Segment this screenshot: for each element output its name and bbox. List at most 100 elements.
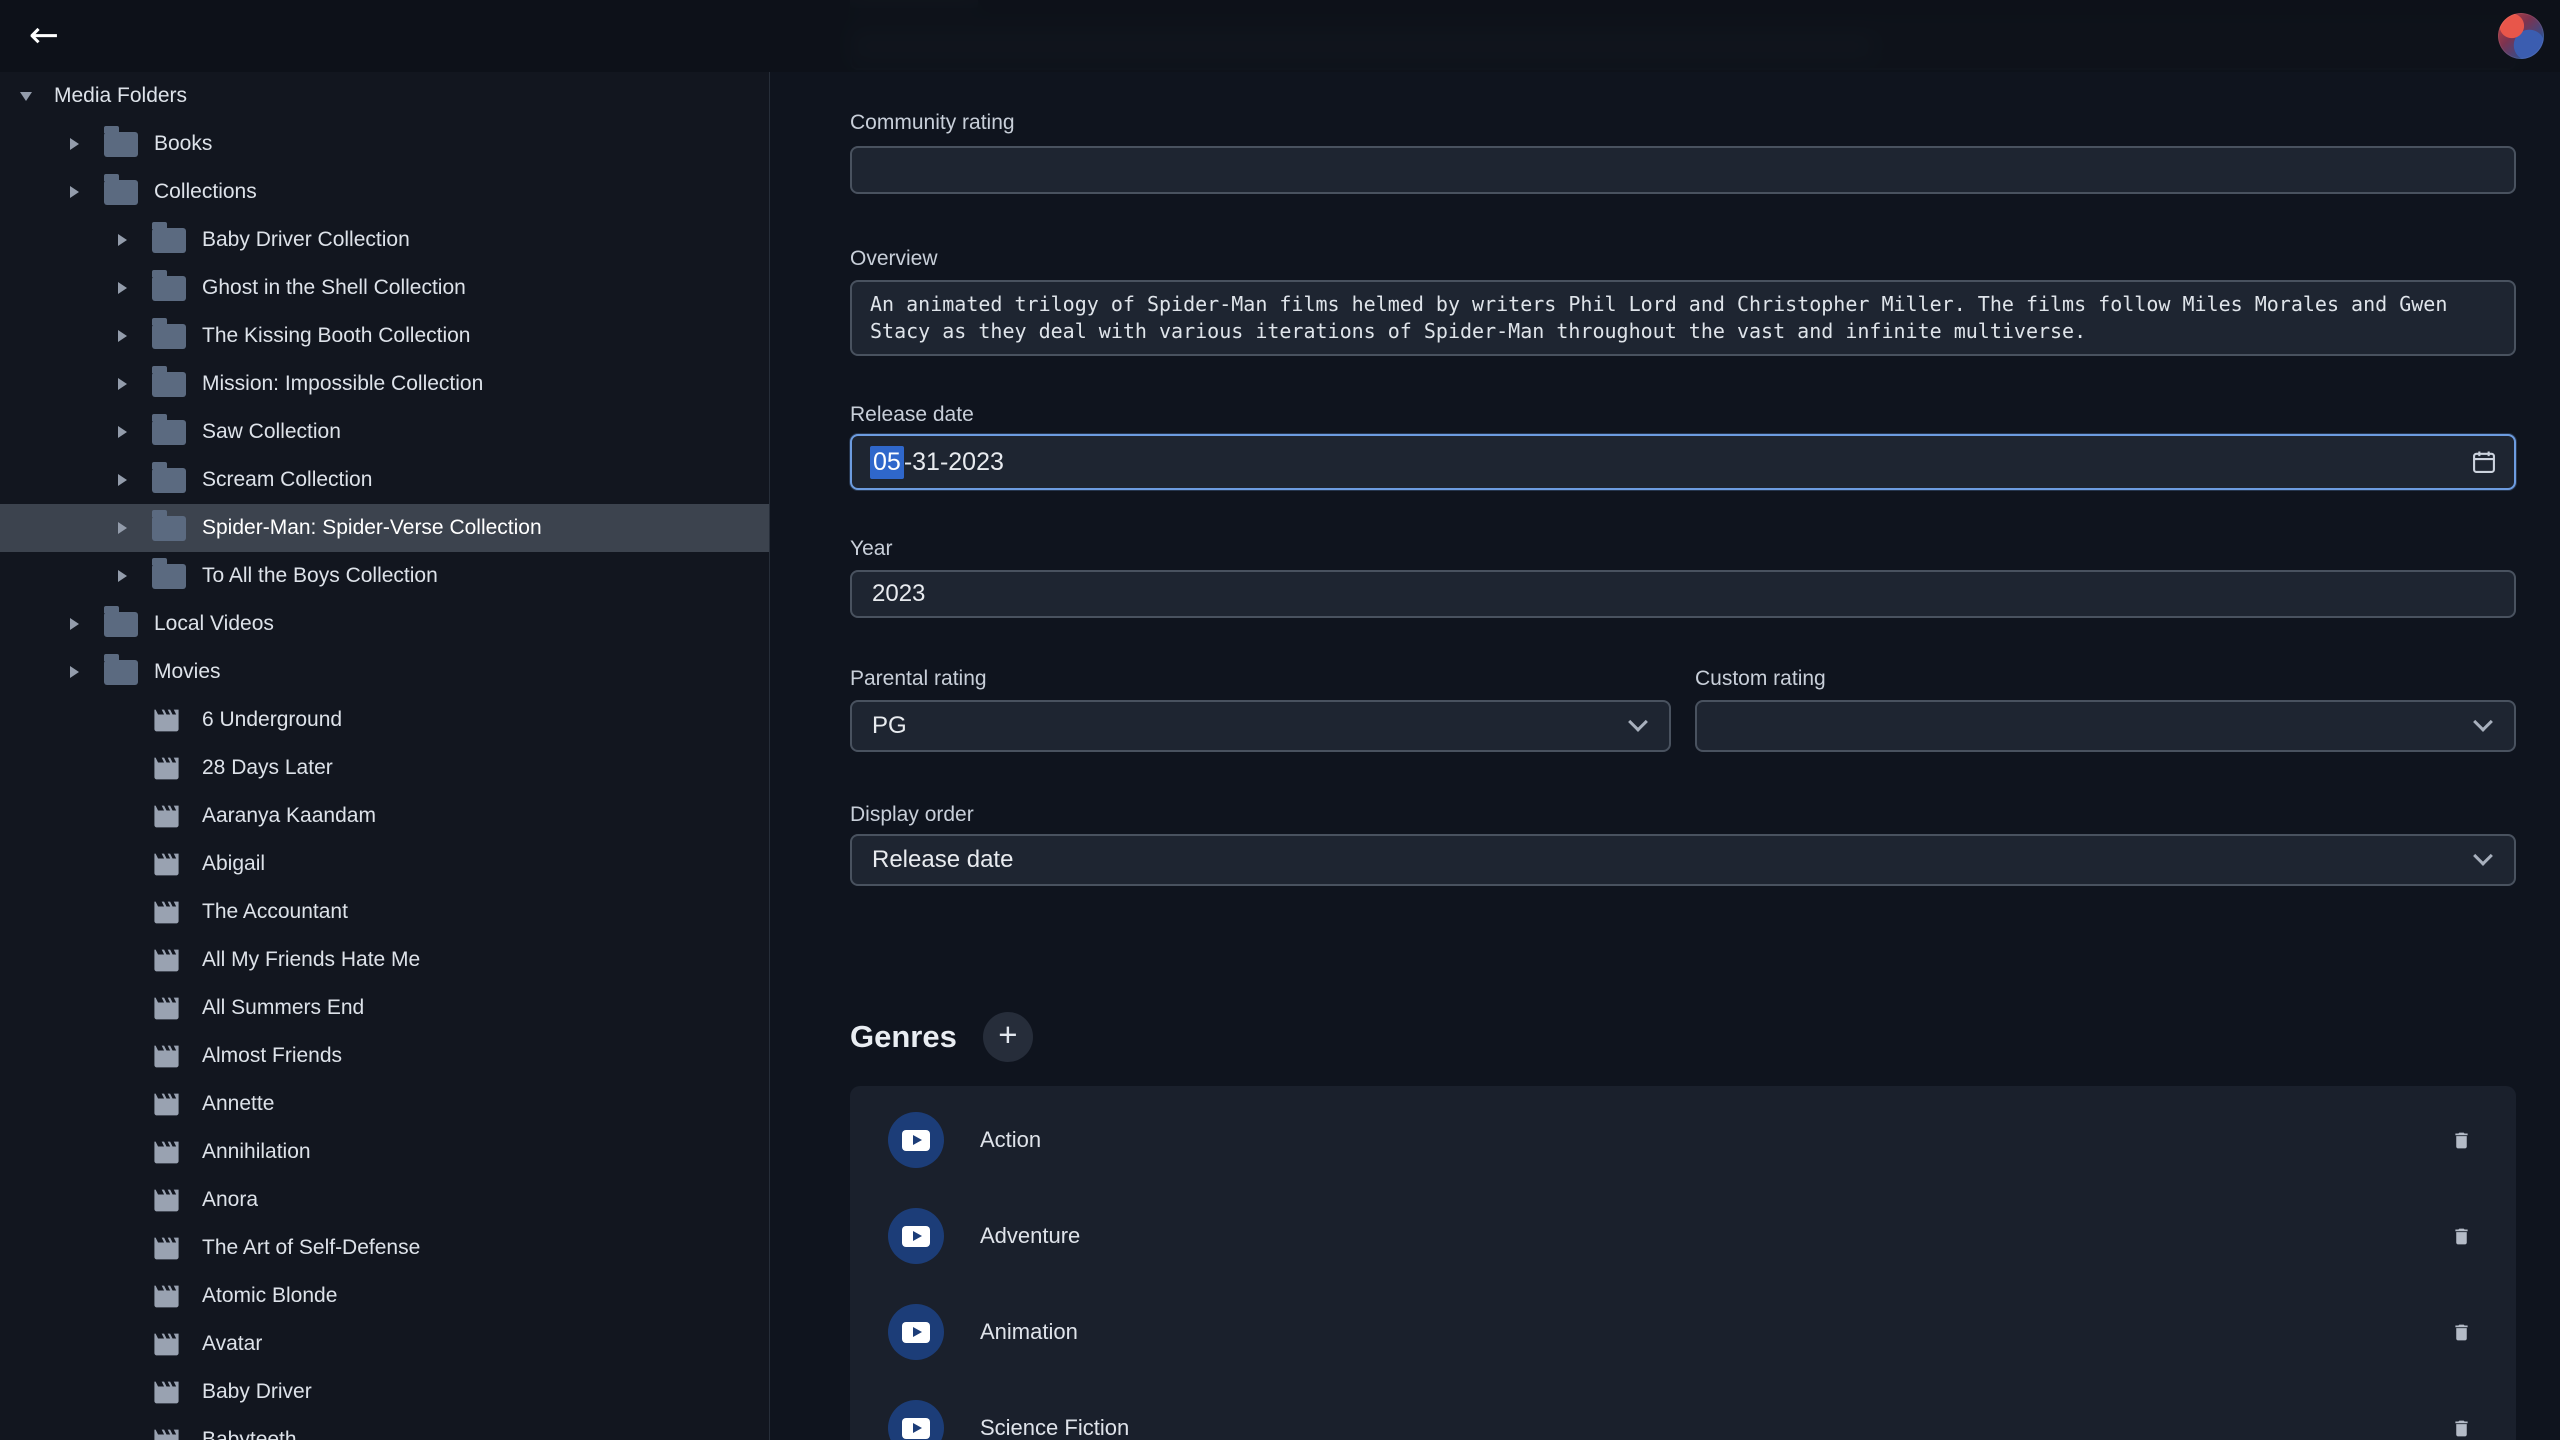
release-date-selected-text: 05 <box>870 446 904 479</box>
delete-genre-button[interactable] <box>2445 1411 2478 1440</box>
tree-item-anora[interactable]: Anora <box>0 1176 769 1224</box>
tree-item-mission-impossible-collection[interactable]: Mission: Impossible Collection <box>0 360 769 408</box>
back-button[interactable]: ← <box>18 10 70 62</box>
add-genre-button[interactable]: + <box>983 1012 1033 1062</box>
caret-right-icon <box>118 234 152 246</box>
genres-title: Genres <box>850 1019 957 1055</box>
tree-item-label: Aaranya Kaandam <box>202 804 376 828</box>
tree-item-spider-man-spider-verse-collection[interactable]: Spider-Man: Spider-Verse Collection <box>0 504 769 552</box>
movie-icon <box>152 1137 186 1167</box>
delete-genre-button[interactable] <box>2445 1315 2478 1350</box>
sidebar: Media FoldersBooksCollectionsBaby Driver… <box>0 72 770 1440</box>
tree-item-babyteeth[interactable]: Babyteeth <box>0 1416 769 1440</box>
tree-item-movies[interactable]: Movies <box>0 648 769 696</box>
tree-item-the-accountant[interactable]: The Accountant <box>0 888 769 936</box>
tree-item-label: Almost Friends <box>202 1044 342 1068</box>
tree-item-label: The Accountant <box>202 900 348 924</box>
movie-icon <box>152 945 186 975</box>
tree-item-avatar[interactable]: Avatar <box>0 1320 769 1368</box>
movie-icon <box>152 897 186 927</box>
movie-icon <box>152 1281 186 1311</box>
display-order-label: Display order <box>850 802 2516 828</box>
tree-item-abigail[interactable]: Abigail <box>0 840 769 888</box>
tree-item-local-videos[interactable]: Local Videos <box>0 600 769 648</box>
caret-right-icon <box>118 570 152 582</box>
tree-item-all-my-friends-hate-me[interactable]: All My Friends Hate Me <box>0 936 769 984</box>
tree-item-label: All My Friends Hate Me <box>202 948 420 972</box>
tree-item-label: Baby Driver <box>202 1380 312 1404</box>
tree-item-label: Local Videos <box>154 612 274 636</box>
tree-item-label: Abigail <box>202 852 265 876</box>
movie-icon <box>152 1185 186 1215</box>
genres-header: Genres + <box>850 1012 2516 1062</box>
movie-icon <box>152 1377 186 1407</box>
year-input[interactable] <box>850 570 2516 618</box>
movie-icon <box>152 705 186 735</box>
tree-item-all-summers-end[interactable]: All Summers End <box>0 984 769 1032</box>
tree-item-label: Anora <box>202 1188 258 1212</box>
tree-item-baby-driver[interactable]: Baby Driver <box>0 1368 769 1416</box>
calendar-icon[interactable] <box>2470 448 2498 476</box>
custom-rating-select[interactable] <box>1695 700 2516 752</box>
tree-item-aaranya-kaandam[interactable]: Aaranya Kaandam <box>0 792 769 840</box>
user-avatar[interactable] <box>2498 13 2544 59</box>
tree-item-saw-collection[interactable]: Saw Collection <box>0 408 769 456</box>
tree-item-label: 6 Underground <box>202 708 342 732</box>
tree-item-almost-friends[interactable]: Almost Friends <box>0 1032 769 1080</box>
movie-icon <box>152 1233 186 1263</box>
display-order-select[interactable]: Release date <box>850 834 2516 886</box>
ratings-row: Parental rating PG Custom rating <box>850 666 2516 752</box>
tree-item-media-folders[interactable]: Media Folders <box>0 72 769 120</box>
movie-icon <box>152 1329 186 1359</box>
caret-right-icon <box>118 522 152 534</box>
tree-item-atomic-blonde[interactable]: Atomic Blonde <box>0 1272 769 1320</box>
folder-icon <box>152 228 186 253</box>
chevron-down-icon <box>1628 712 1648 732</box>
tree-item-label: Media Folders <box>54 84 187 108</box>
folder-icon <box>152 276 186 301</box>
back-arrow-icon: ← <box>29 10 59 62</box>
genre-label: Action <box>980 1127 1041 1153</box>
tree-item-scream-collection[interactable]: Scream Collection <box>0 456 769 504</box>
tree-item-baby-driver-collection[interactable]: Baby Driver Collection <box>0 216 769 264</box>
genre-type-icon <box>888 1304 944 1360</box>
overview-label: Overview <box>850 246 2516 272</box>
folder-icon <box>104 132 138 157</box>
delete-genre-button[interactable] <box>2445 1123 2478 1158</box>
tree-item-to-all-the-boys-collection[interactable]: To All the Boys Collection <box>0 552 769 600</box>
chevron-down-icon <box>2473 846 2493 866</box>
tree-item-the-art-of-self-defense[interactable]: The Art of Self-Defense <box>0 1224 769 1272</box>
folder-icon <box>152 324 186 349</box>
tree-item-6-underground[interactable]: 6 Underground <box>0 696 769 744</box>
metadata-editor: Community rating Overview An animated tr… <box>770 0 2560 1440</box>
genre-type-icon <box>888 1208 944 1264</box>
tree-item-the-kissing-booth-collection[interactable]: The Kissing Booth Collection <box>0 312 769 360</box>
caret-right-icon <box>70 186 104 198</box>
tree-item-label: Annette <box>202 1092 274 1116</box>
tree-item-label: Movies <box>154 660 221 684</box>
delete-genre-button[interactable] <box>2445 1219 2478 1254</box>
tree-item-label: Spider-Man: Spider-Verse Collection <box>202 516 542 540</box>
tree-item-label: Scream Collection <box>202 468 372 492</box>
tree-item-label: 28 Days Later <box>202 756 333 780</box>
release-date-rest-text: -31-2023 <box>904 448 1004 477</box>
caret-right-icon <box>118 330 152 342</box>
tree-item-collections[interactable]: Collections <box>0 168 769 216</box>
tree-item-annette[interactable]: Annette <box>0 1080 769 1128</box>
movie-icon <box>152 801 186 831</box>
metadata-form: Community rating Overview An animated tr… <box>850 0 2516 1440</box>
custom-rating-label: Custom rating <box>1695 666 2516 692</box>
display-order-value: Release date <box>872 846 1013 874</box>
overview-textarea[interactable]: An animated trilogy of Spider-Man films … <box>850 280 2516 356</box>
parental-rating-select[interactable]: PG <box>850 700 1671 752</box>
parental-rating-label: Parental rating <box>850 666 1671 692</box>
custom-rating-field: Custom rating <box>1695 666 2516 752</box>
community-rating-input[interactable] <box>850 146 2516 194</box>
tree-item-ghost-in-the-shell-collection[interactable]: Ghost in the Shell Collection <box>0 264 769 312</box>
tree-item-28-days-later[interactable]: 28 Days Later <box>0 744 769 792</box>
tree-item-annihilation[interactable]: Annihilation <box>0 1128 769 1176</box>
caret-down-icon <box>20 92 54 101</box>
tree-item-books[interactable]: Books <box>0 120 769 168</box>
release-date-input[interactable]: 05-31-2023 <box>850 434 2516 490</box>
community-rating-label: Community rating <box>850 110 2516 136</box>
